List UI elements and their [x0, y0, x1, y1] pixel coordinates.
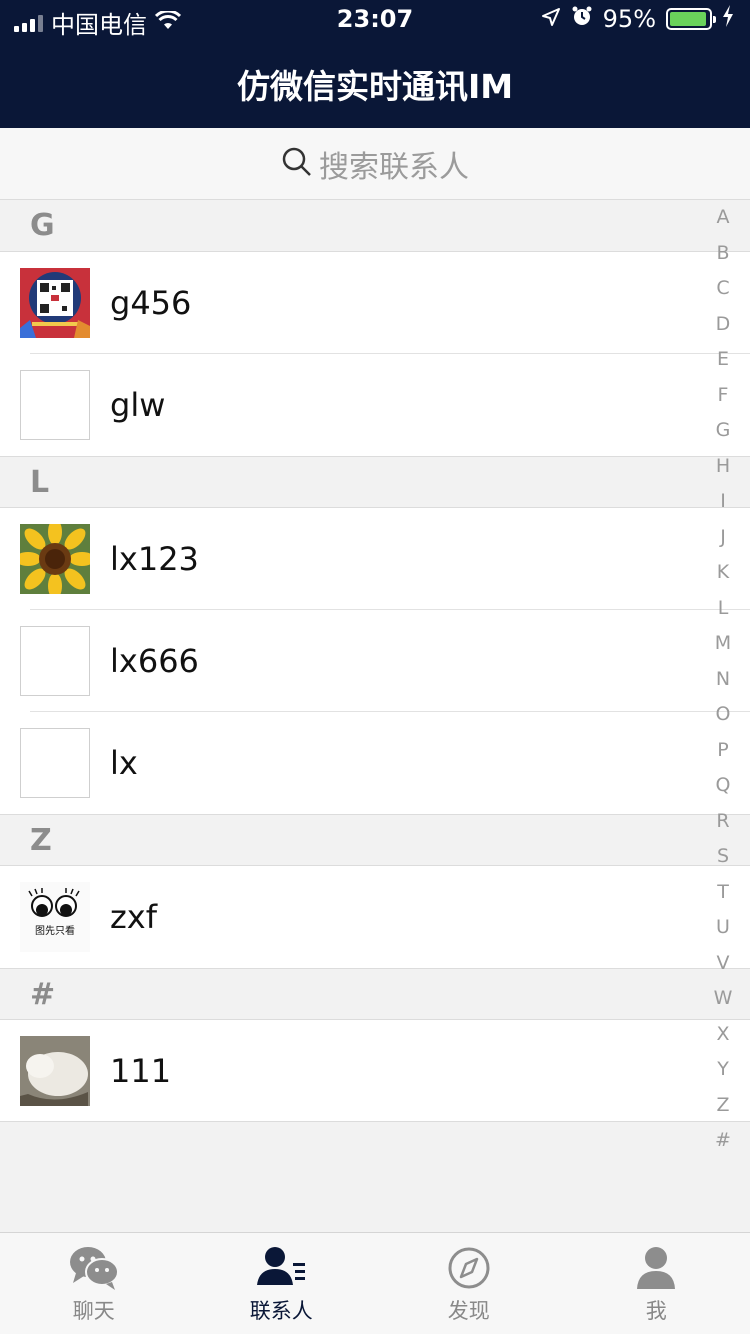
tab-label: 我: [645, 1299, 667, 1323]
index-letter[interactable]: O: [710, 697, 736, 733]
contacts-icon: [255, 1245, 307, 1291]
tab-discover[interactable]: 发现: [375, 1233, 563, 1334]
tab-chats[interactable]: 聊天: [0, 1233, 188, 1334]
contact-avatar: [20, 626, 90, 696]
header: 中国电信 23:07 95% 仿微信实时通讯IM: [0, 0, 750, 128]
tab-label: 聊天: [72, 1299, 115, 1323]
contact-row[interactable]: 图先只看 zxf: [0, 866, 750, 968]
search-placeholder: 搜索联系人: [319, 149, 469, 185]
index-letter[interactable]: L: [710, 591, 736, 627]
contact-row[interactable]: lx666: [0, 610, 750, 712]
index-letter[interactable]: A: [710, 200, 736, 236]
contact-avatar: [20, 728, 90, 798]
index-letter[interactable]: N: [710, 662, 736, 698]
battery-percent: 95%: [602, 5, 656, 33]
index-letter[interactable]: J: [710, 520, 736, 556]
tab-label: 联系人: [249, 1299, 313, 1323]
tab-label: 发现: [447, 1299, 490, 1323]
page-title: 仿微信实时通讯IM: [236, 67, 514, 106]
contact-row[interactable]: g456: [0, 252, 750, 354]
index-letter[interactable]: Y: [710, 1052, 736, 1088]
alarm-icon: [571, 5, 593, 33]
contact-avatar: [20, 370, 90, 440]
alphabet-index[interactable]: A B C D E F G H I J K L M N O P Q R S T U V W X Y Z #: [710, 200, 736, 1159]
contact-avatar: [20, 268, 90, 338]
index-letter[interactable]: T: [710, 875, 736, 911]
compass-icon: [443, 1245, 495, 1291]
index-letter[interactable]: C: [710, 271, 736, 307]
index-letter[interactable]: G: [710, 413, 736, 449]
chat-bubbles-icon: [68, 1245, 120, 1291]
index-letter[interactable]: D: [710, 307, 736, 343]
contact-avatar: 图先只看: [20, 882, 90, 952]
index-letter[interactable]: W: [710, 981, 736, 1017]
index-letter[interactable]: Z: [710, 1088, 736, 1124]
contact-row[interactable]: lx123: [0, 508, 750, 610]
person-icon: [630, 1245, 682, 1291]
contact-name: lx666: [110, 642, 199, 680]
index-letter[interactable]: Q: [710, 768, 736, 804]
contact-list: G g456 glw L lx123 lx666 lx Z 图先只看 zxf #…: [0, 200, 750, 1122]
section-header-z: Z: [0, 814, 750, 866]
index-letter[interactable]: V: [710, 946, 736, 982]
section-header-l: L: [0, 456, 750, 508]
tab-contacts[interactable]: 联系人: [188, 1233, 376, 1334]
battery-icon: [666, 8, 716, 30]
index-letter[interactable]: P: [710, 733, 736, 769]
index-letter[interactable]: #: [710, 1123, 736, 1159]
index-letter[interactable]: E: [710, 342, 736, 378]
index-letter[interactable]: S: [710, 839, 736, 875]
contact-row[interactable]: lx: [0, 712, 750, 814]
status-right: 95%: [541, 5, 734, 33]
contact-avatar: [20, 524, 90, 594]
search-icon: [281, 146, 313, 182]
index-letter[interactable]: F: [710, 378, 736, 414]
contact-name: g456: [110, 284, 192, 322]
index-letter[interactable]: I: [710, 484, 736, 520]
contact-row[interactable]: 111: [0, 1020, 750, 1122]
index-letter[interactable]: H: [710, 449, 736, 485]
index-letter[interactable]: X: [710, 1017, 736, 1053]
contact-name: lx: [110, 744, 138, 782]
contact-name: lx123: [110, 540, 199, 578]
avatar-caption: 图先只看: [35, 926, 75, 937]
index-letter[interactable]: R: [710, 804, 736, 840]
tab-bar: 聊天 联系人 发现 我: [0, 1232, 750, 1334]
tab-me[interactable]: 我: [563, 1233, 750, 1334]
index-letter[interactable]: B: [710, 236, 736, 272]
contact-avatar: [20, 1036, 90, 1106]
contact-name: 111: [110, 1052, 172, 1090]
index-letter[interactable]: K: [710, 555, 736, 591]
section-header-hash: #: [0, 968, 750, 1020]
index-letter[interactable]: M: [710, 626, 736, 662]
status-bar: 中国电信 23:07 95%: [0, 0, 750, 40]
index-letter[interactable]: U: [710, 910, 736, 946]
contact-row[interactable]: glw: [0, 354, 750, 456]
search-bar[interactable]: 搜索联系人: [0, 128, 750, 200]
charging-bolt-icon: [722, 5, 734, 33]
section-header-g: G: [0, 200, 750, 252]
location-arrow-icon: [541, 5, 561, 33]
contact-name: zxf: [110, 898, 157, 936]
contact-name: glw: [110, 386, 166, 424]
